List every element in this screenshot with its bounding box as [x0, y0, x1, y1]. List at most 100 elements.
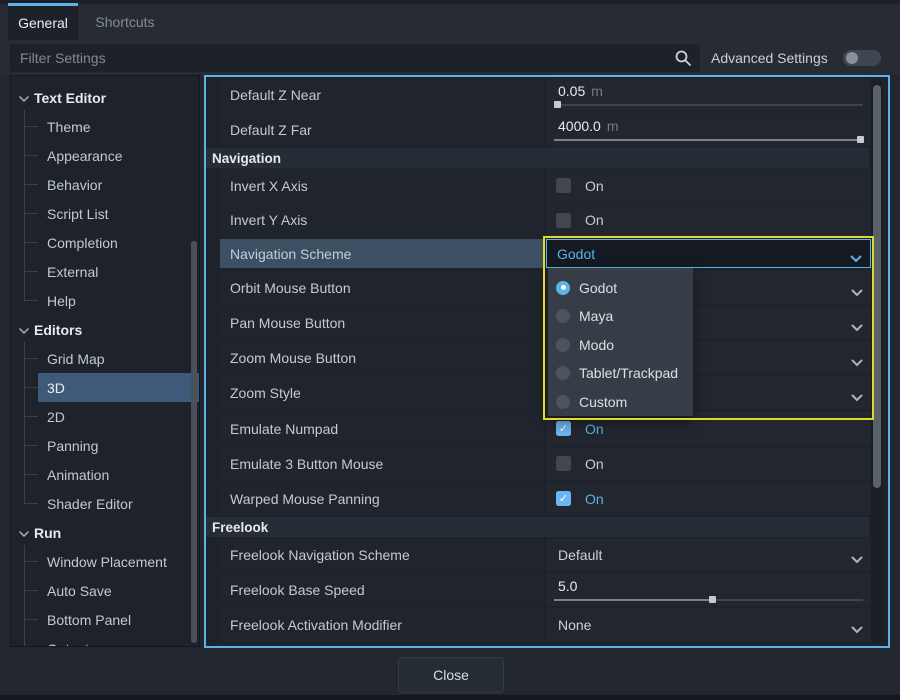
tab-shortcuts[interactable]: Shortcuts — [78, 3, 172, 40]
setting-value-default-z-far[interactable]: 4000.0m — [546, 113, 871, 146]
sidebar-item-label: Script List — [47, 206, 108, 222]
checkbox-on-label: On — [585, 491, 604, 507]
sidebar-item-label: Animation — [47, 467, 109, 483]
panel-scrollbar[interactable] — [873, 85, 881, 488]
popup-option-tablet-trackpad[interactable]: Tablet/Trackpad — [548, 359, 693, 388]
settings-tree-sidebar: Text Editor Theme Appearance Behavior Script… — [10, 75, 200, 647]
sidebar-item-script-list[interactable]: Script List — [11, 199, 200, 228]
slider-value[interactable]: 0.05 — [558, 83, 585, 99]
sidebar-item-2d[interactable]: 2D — [11, 402, 200, 431]
close-button[interactable]: Close — [398, 657, 504, 693]
tree-section-text-editor[interactable]: Text Editor — [11, 83, 199, 112]
radio-selected — [556, 281, 570, 295]
slider-handle[interactable] — [709, 596, 716, 603]
popup-option-godot[interactable]: Godot — [548, 273, 693, 302]
sidebar-item-appearance[interactable]: Appearance — [11, 141, 200, 170]
settings-rows: Default Z Near0.05mDefault Z Far4000.0mN… — [206, 77, 888, 646]
section-header-navigation: Navigation — [206, 148, 869, 168]
tree-connector-line — [24, 590, 38, 591]
setting-label-invert-y-axis: Invert Y Axis — [220, 203, 544, 237]
toggle-knob — [846, 52, 858, 64]
slider-handle[interactable] — [554, 101, 561, 108]
tree-connector-line — [24, 155, 38, 156]
setting-value-warped-mouse-panning[interactable]: ✓ On — [546, 482, 871, 515]
popup-option-maya[interactable]: Maya — [548, 302, 693, 331]
setting-value-freelook-base-speed[interactable]: 5.0 — [546, 573, 871, 606]
setting-row-navigation-scheme: Navigation SchemeGodot — [206, 239, 888, 268]
popup-option-label: Modo — [579, 337, 614, 353]
popup-option-modo[interactable]: Modo — [548, 330, 693, 359]
sidebar-item-shader-editor[interactable]: Shader Editor — [11, 489, 200, 518]
sidebar-item-auto-save[interactable]: Auto Save — [11, 576, 200, 605]
setting-row-invert-y-axis: Invert Y AxisOn — [206, 203, 888, 237]
dropdown-navigation-scheme[interactable]: Godot — [546, 239, 871, 268]
tree-connector-line — [24, 184, 38, 185]
sidebar-item-output[interactable]: Output — [11, 634, 200, 647]
checkbox-checked[interactable]: ✓ — [556, 421, 571, 436]
setting-label-zoom-style: Zoom Style — [220, 376, 544, 409]
sidebar-item-3d[interactable]: 3D — [11, 373, 200, 402]
sidebar-item-external[interactable]: External — [11, 257, 200, 286]
setting-row-zoom-mouse-button: Zoom Mouse Button — [206, 341, 888, 374]
setting-label-warped-mouse-panning: Warped Mouse Panning — [220, 482, 544, 515]
slider-value[interactable]: 4000.0 — [558, 118, 601, 134]
sidebar-item-animation[interactable]: Animation — [11, 460, 200, 489]
checkbox-unchecked[interactable] — [556, 178, 571, 193]
checkbox-unchecked[interactable] — [556, 213, 571, 228]
sidebar-item-theme[interactable]: Theme — [11, 112, 200, 141]
setting-value-freelook-activation-modifier[interactable]: None — [546, 608, 871, 641]
setting-value-invert-x-axis[interactable]: On — [546, 169, 871, 202]
sidebar-item-window-placement[interactable]: Window Placement — [11, 547, 200, 576]
sidebar-item-bottom-panel[interactable]: Bottom Panel — [11, 605, 200, 634]
sidebar-item-grid-map[interactable]: Grid Map — [11, 344, 200, 373]
setting-label-emulate-3-button-mouse: Emulate 3 Button Mouse — [220, 447, 544, 480]
sidebar-item-completion[interactable]: Completion — [11, 228, 200, 257]
setting-label-freelook-navigation-scheme: Freelook Navigation Scheme — [220, 538, 544, 571]
dropdown-selected-value: None — [558, 617, 591, 633]
tab-general[interactable]: General — [8, 3, 78, 40]
sidebar-item-help[interactable]: Help — [11, 286, 200, 315]
slider-track[interactable] — [554, 599, 863, 601]
setting-row-freelook-base-speed: Freelook Base Speed5.0 — [206, 573, 888, 606]
setting-row-freelook-activation-modifier: Freelook Activation ModifierNone — [206, 608, 888, 641]
slider-handle[interactable] — [857, 136, 864, 143]
tree-section-label: Text Editor — [34, 90, 106, 106]
slider-value[interactable]: 5.0 — [558, 578, 577, 594]
setting-value-emulate-3-button-mouse[interactable]: On — [546, 447, 871, 480]
filter-settings-input[interactable]: Filter Settings — [10, 44, 700, 72]
tree-connector-line — [24, 342, 25, 503]
setting-value-navigation-scheme[interactable]: Godot — [546, 239, 871, 268]
advanced-settings-toggle[interactable] — [843, 50, 881, 66]
setting-label-pan-mouse-button: Pan Mouse Button — [220, 306, 544, 339]
setting-row-invert-x-axis: Invert X AxisOn — [206, 169, 888, 202]
setting-value-default-z-near[interactable]: 0.05m — [546, 78, 871, 111]
checkbox-on-label: On — [585, 456, 604, 472]
popup-option-custom[interactable]: Custom — [548, 387, 693, 416]
radio-unselected — [556, 309, 570, 323]
tree-section-editors[interactable]: Editors — [11, 315, 199, 344]
sidebar-item-label: 3D — [47, 380, 65, 396]
sidebar-item-behavior[interactable]: Behavior — [11, 170, 200, 199]
sidebar-item-label: Appearance — [47, 148, 123, 164]
setting-row-emulate-numpad: Emulate Numpad✓On — [206, 412, 888, 445]
sidebar-item-label: 2D — [47, 409, 65, 425]
setting-value-emulate-numpad[interactable]: ✓On — [546, 412, 871, 445]
slider-track[interactable] — [554, 139, 863, 141]
checkbox-checked[interactable]: ✓ — [556, 491, 571, 506]
sidebar-item-label: External — [47, 264, 98, 280]
sidebar-item-label: Theme — [47, 119, 91, 135]
sidebar-item-label: Behavior — [47, 177, 102, 193]
setting-value-freelook-navigation-scheme[interactable]: Default — [546, 538, 871, 571]
sidebar-item-panning[interactable]: Panning — [11, 431, 200, 460]
sidebar-item-label: Shader Editor — [47, 496, 133, 512]
sidebar-scrollbar[interactable] — [191, 241, 197, 643]
tab-bar: General Shortcuts — [0, 0, 900, 40]
tree-section-run[interactable]: Run — [11, 518, 199, 547]
slider-track[interactable] — [554, 104, 863, 106]
setting-value-invert-y-axis[interactable]: On — [546, 203, 871, 237]
section-header-freelook: Freelook — [206, 517, 869, 537]
checkbox-on-label: On — [585, 178, 604, 194]
tree-connector-line — [24, 619, 38, 620]
checkbox-unchecked[interactable] — [556, 456, 571, 471]
popup-option-label: Custom — [579, 394, 627, 410]
